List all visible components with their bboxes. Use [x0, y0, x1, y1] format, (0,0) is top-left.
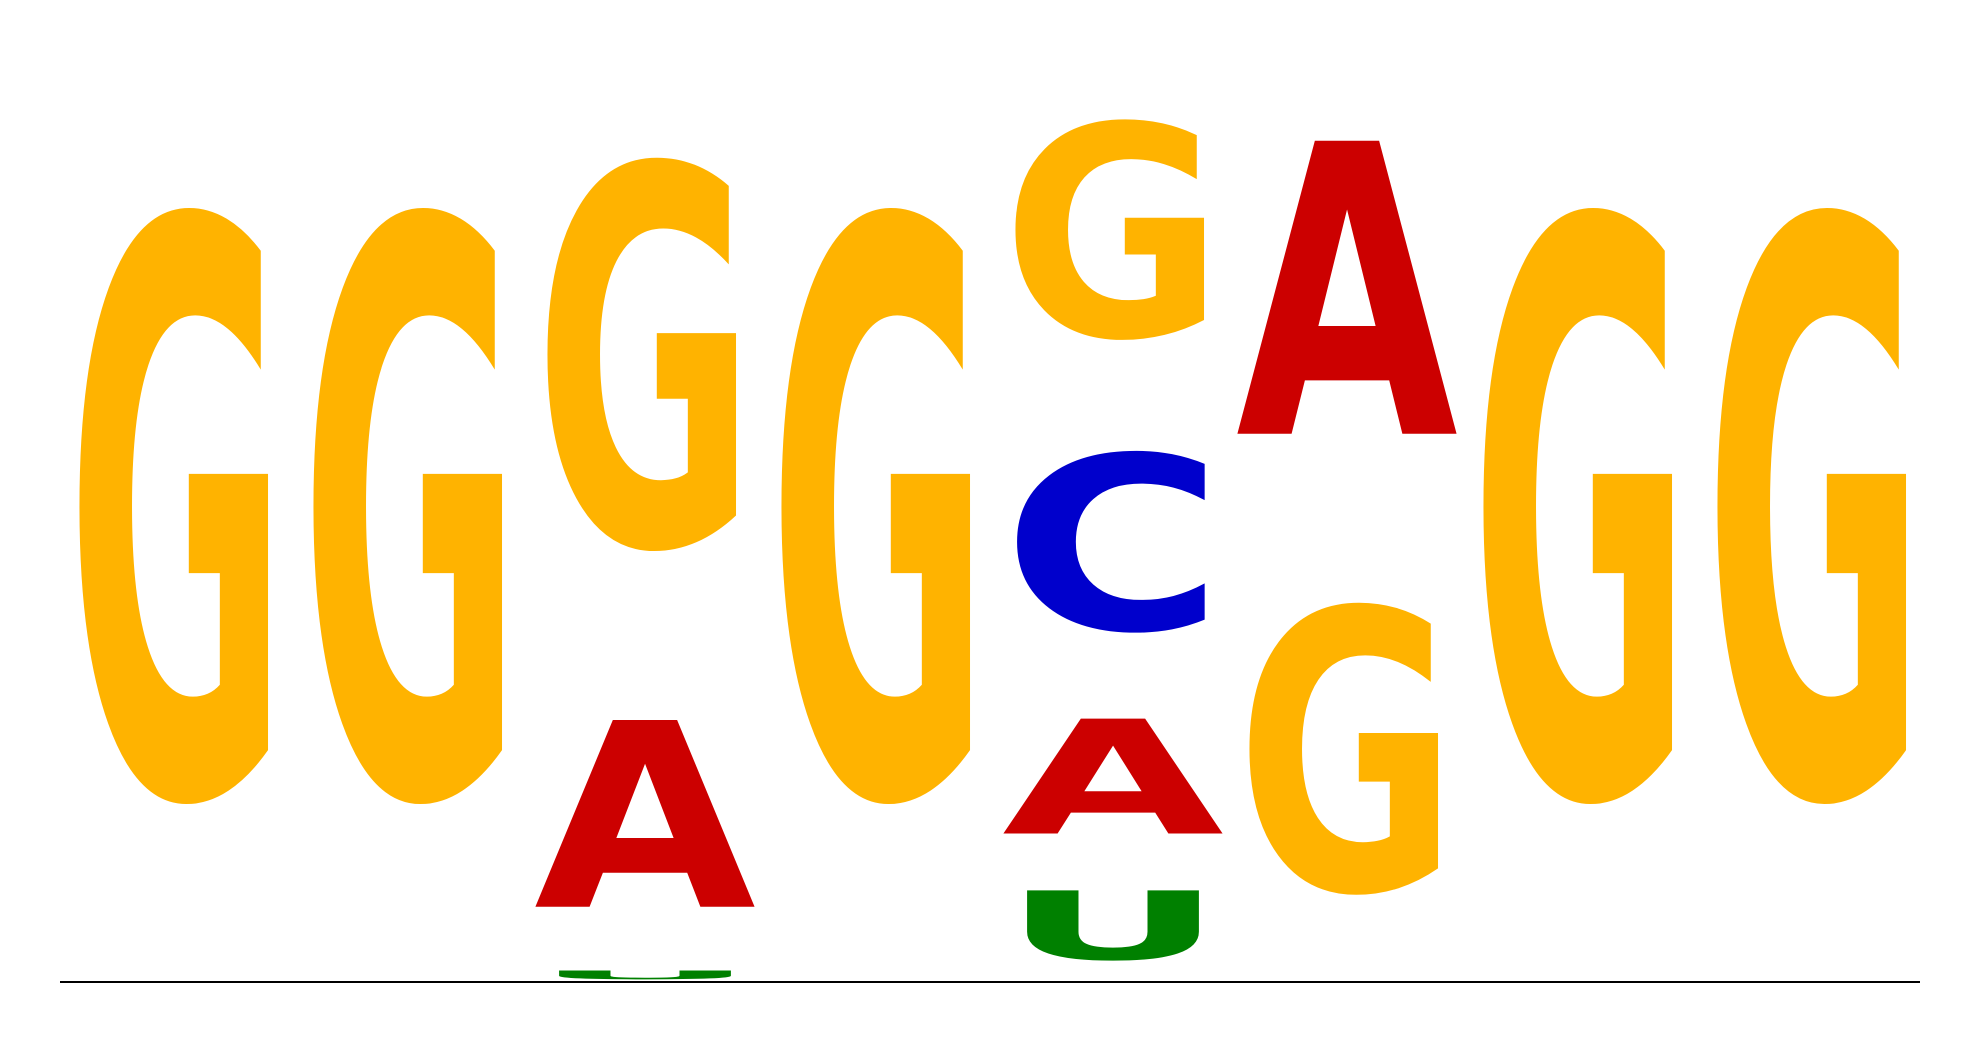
logo-letter-a-pos-3: A [534, 670, 758, 968]
logo-letter-g-pos-3: G [534, 61, 756, 667]
logo-letter-u-pos-5: U [1002, 872, 1224, 982]
logo-letter-u-pos-3: U [534, 968, 756, 982]
sequence-logo: G G UAG G UACGGA G G [60, 61, 1926, 983]
logo-letter-g-pos-1: G [66, 61, 288, 979]
logo-letter-g-pos-4: G [768, 61, 990, 979]
logo-letters: G G UAG G UACGGA G G [66, 61, 1926, 982]
logo-letter-a-pos-6: A [1236, 62, 1460, 529]
logo-letter-g-pos-5: G [1002, 66, 1224, 405]
logo-letter-g-pos-7: G [1470, 61, 1692, 979]
logo-letter-g-pos-2: G [300, 61, 522, 979]
logo-letter-c-pos-5: C [1002, 407, 1224, 687]
logo-letter-g-pos-6: G [1236, 531, 1458, 980]
logo-letter-g-pos-8: G [1704, 61, 1926, 979]
logo-letter-a-pos-5: A [1002, 687, 1224, 871]
